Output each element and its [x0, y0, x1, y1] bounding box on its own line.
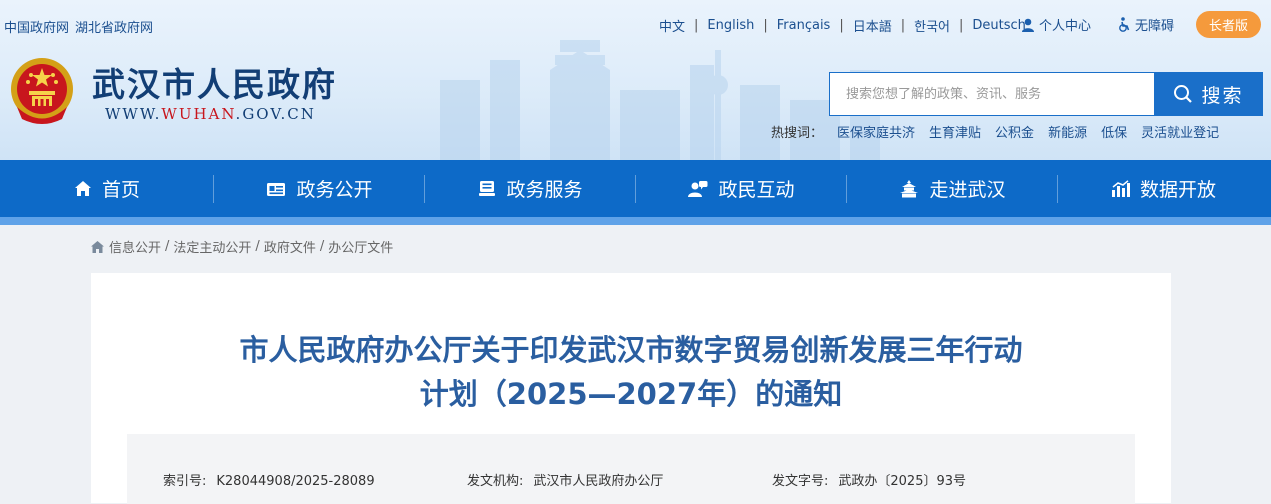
- breadcrumb-separator: /: [165, 239, 170, 254]
- nav-home-label: 首页: [101, 179, 140, 201]
- hot-search-item[interactable]: 新能源: [1048, 122, 1087, 141]
- hot-search-item[interactable]: 生育津贴: [929, 122, 981, 141]
- hot-search-item[interactable]: 灵活就业登记: [1141, 122, 1219, 141]
- meta-key: 发文字号:: [772, 474, 829, 489]
- breadcrumb-item[interactable]: 政府文件: [264, 237, 316, 256]
- site-title: 武汉市人民政府: [92, 65, 337, 104]
- nav-gov-services[interactable]: 政务服务: [425, 160, 636, 217]
- nav-interaction-label: 政民互动: [718, 179, 795, 201]
- search-button-label: 搜索: [1201, 84, 1244, 107]
- search-input[interactable]: [829, 72, 1155, 116]
- accessibility-label: 无障碍: [1135, 19, 1175, 34]
- main-nav: 首页 政务公开 政务服务 政民互动 走进武汉 数据开放: [0, 160, 1271, 217]
- breadcrumb-separator: /: [319, 239, 325, 254]
- hot-search-item[interactable]: 公积金: [995, 122, 1034, 141]
- lang-english[interactable]: English: [707, 18, 754, 33]
- nav-wuhan[interactable]: 走进武汉: [847, 160, 1058, 217]
- document-card: 市人民政府办公厅关于印发武汉市数字贸易创新发展三年行动 计划（2025—2027…: [91, 273, 1171, 504]
- bar-chart-icon: [1111, 180, 1130, 197]
- document-title: 市人民政府办公厅关于印发武汉市数字贸易创新发展三年行动 计划（2025—2027…: [91, 328, 1171, 416]
- breadcrumb-item[interactable]: 法定主动公开: [173, 237, 251, 256]
- lang-german[interactable]: Deutsch: [972, 18, 1026, 33]
- nav-gov-services-label: 政务服务: [506, 179, 583, 201]
- nav-gov-affairs[interactable]: 政务公开: [214, 160, 425, 217]
- lang-separator: |: [900, 18, 906, 33]
- meta-doc-number: 发文字号: 武政办〔2025〕93号: [772, 470, 966, 489]
- nav-open-data-label: 数据开放: [1139, 179, 1216, 201]
- lang-separator: |: [763, 18, 768, 33]
- meta-key: 发文机构:: [467, 474, 524, 489]
- national-emblem-icon: [11, 58, 73, 124]
- document-board-icon: [267, 182, 286, 196]
- document-title-line: 计划（2025—2027年）的通知: [419, 377, 843, 411]
- meta-index: 索引号: K28044908/2025-28089: [163, 470, 375, 489]
- user-icon: [1022, 18, 1034, 32]
- nav-gov-affairs-label: 政务公开: [296, 179, 373, 201]
- chat-user-icon: [688, 180, 708, 197]
- lang-separator: |: [839, 18, 844, 33]
- domain-suffix: .GOV.CN: [235, 105, 316, 123]
- link-china-gov[interactable]: 中国政府网: [4, 17, 69, 36]
- meta-key: 索引号:: [163, 474, 207, 489]
- user-center-label: 个人中心: [1039, 19, 1092, 34]
- hot-search: 热搜词： 医保家庭共济 生育津贴 公积金 新能源 低保 灵活就业登记: [771, 122, 1219, 141]
- nav-open-data[interactable]: 数据开放: [1058, 160, 1269, 217]
- home-icon: [74, 181, 91, 196]
- lang-chinese[interactable]: 中文: [659, 16, 685, 35]
- nav-accent-strip: [0, 217, 1271, 225]
- hot-search-item[interactable]: 低保: [1101, 122, 1127, 141]
- hot-search-item[interactable]: 医保家庭共济: [837, 122, 915, 141]
- language-bar: 中文 | English | Français | 日本語 | 한국어 | De…: [659, 16, 1026, 35]
- wheelchair-icon: [1119, 17, 1130, 32]
- home-icon[interactable]: [90, 240, 105, 254]
- service-icon: [479, 181, 496, 196]
- meta-value: K28044908/2025-28089: [216, 474, 375, 489]
- breadcrumb-item[interactable]: 办公厅文件: [328, 237, 393, 256]
- nav-wuhan-label: 走进武汉: [929, 179, 1006, 201]
- breadcrumb-separator: /: [255, 239, 260, 254]
- lang-korean[interactable]: 한국어: [914, 16, 950, 35]
- document-meta: 索引号: K28044908/2025-28089 发文机构: 武汉市人民政府办公厅…: [127, 434, 1135, 504]
- user-center-link[interactable]: 个人中心: [1021, 15, 1091, 34]
- breadcrumb: 信息公开 / 法定主动公开 / 政府文件 / 办公厅文件: [90, 237, 393, 256]
- hot-search-label: 热搜词：: [771, 126, 824, 141]
- meta-issuer: 发文机构: 武汉市人民政府办公厅: [467, 470, 663, 489]
- link-hubei-gov[interactable]: 湖北省政府网: [75, 17, 153, 36]
- search-icon: [1174, 85, 1193, 103]
- meta-value: 武汉市人民政府办公厅: [533, 474, 664, 489]
- pagoda-icon: [900, 179, 919, 197]
- lang-french[interactable]: Français: [777, 18, 831, 33]
- search-button[interactable]: 搜索: [1154, 72, 1263, 116]
- document-title-line: 市人民政府办公厅关于印发武汉市数字贸易创新发展三年行动: [239, 333, 1023, 367]
- domain-prefix: WWW.: [105, 105, 162, 123]
- nav-interaction[interactable]: 政民互动: [636, 160, 847, 217]
- elder-mode-button[interactable]: 长者版: [1196, 11, 1261, 38]
- top-links: 中国政府网 湖北省政府网: [4, 17, 153, 36]
- lang-separator: |: [959, 18, 964, 33]
- site-domain: WWW.WUHAN.GOV.CN: [105, 105, 316, 123]
- breadcrumb-item[interactable]: 信息公开: [109, 237, 161, 256]
- lang-separator: |: [694, 18, 699, 33]
- site-header: 中国政府网 湖北省政府网 中文 | English | Français | 日…: [0, 0, 1271, 160]
- meta-value: 武政办〔2025〕93号: [838, 474, 967, 489]
- nav-home[interactable]: 首页: [0, 160, 214, 217]
- domain-highlight: WUHAN: [161, 105, 236, 123]
- accessibility-link[interactable]: 无障碍: [1117, 15, 1174, 34]
- lang-japanese[interactable]: 日本語: [853, 16, 892, 35]
